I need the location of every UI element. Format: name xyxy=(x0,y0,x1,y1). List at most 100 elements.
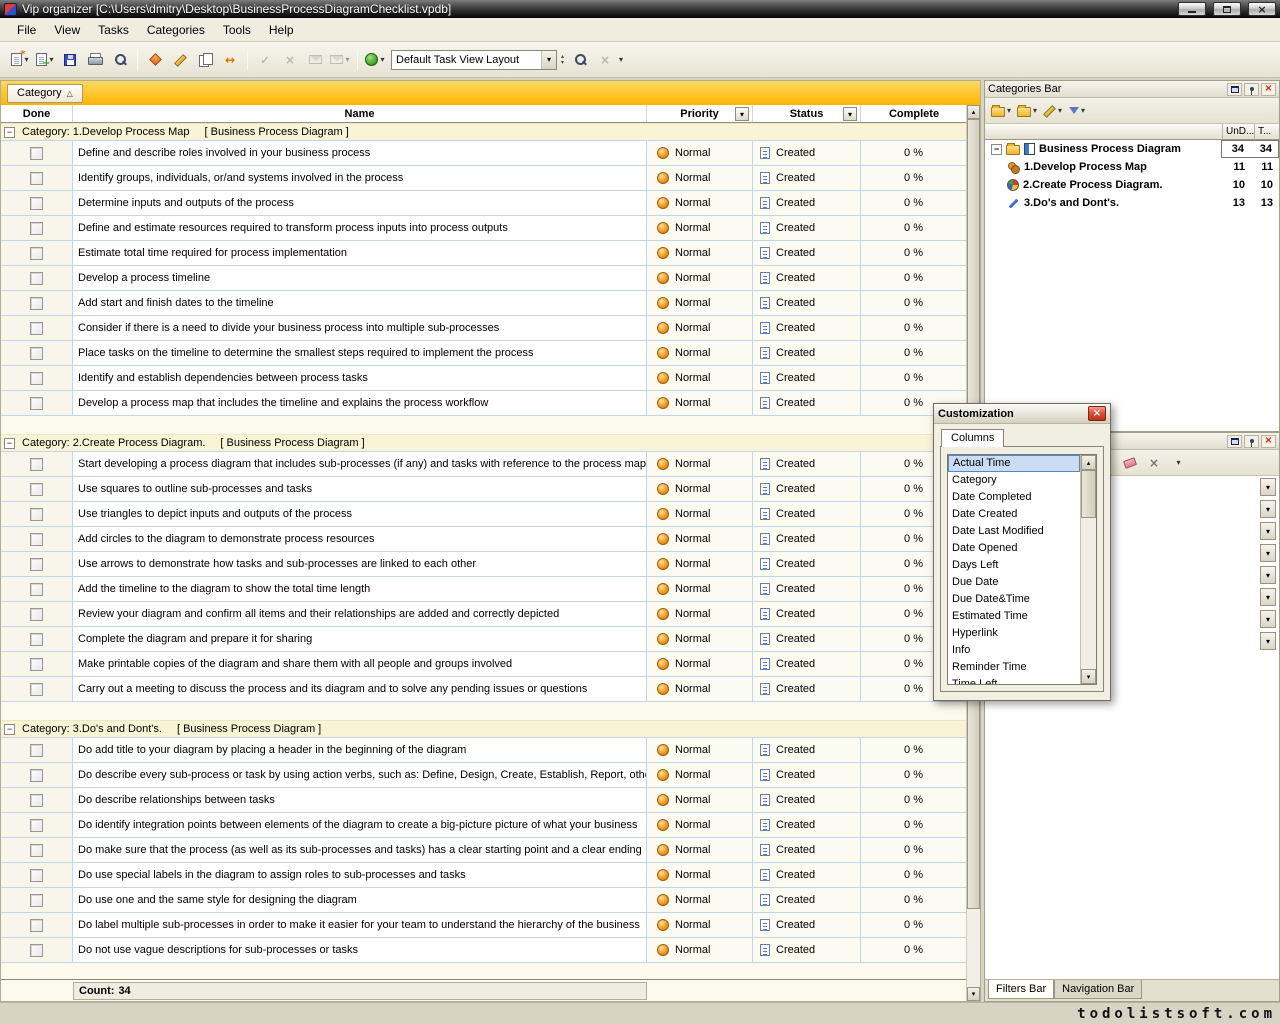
task-name-cell[interactable]: Review your diagram and confirm all item… xyxy=(73,602,647,626)
filter-dropdown-button[interactable]: ▾ xyxy=(1260,632,1276,650)
edit-layout-button[interactable] xyxy=(568,48,592,72)
done-checkbox[interactable] xyxy=(30,508,43,521)
column-header-status[interactable]: Status▾ xyxy=(753,105,861,122)
close-button[interactable]: × xyxy=(1248,2,1276,16)
column-list-item[interactable]: Estimated Time xyxy=(948,608,1080,625)
task-name-cell[interactable]: Do identify integration points between e… xyxy=(73,813,647,837)
task-row[interactable]: Determine inputs and outputs of the proc… xyxy=(1,191,967,216)
column-list-item[interactable]: Time Left xyxy=(948,676,1080,685)
edit-category-button[interactable]: ▾ xyxy=(1041,101,1064,121)
tab-navigation-bar[interactable]: Navigation Bar xyxy=(1054,980,1142,999)
task-name-cell[interactable]: Do describe relationships between tasks xyxy=(73,788,647,812)
tree-header-total[interactable]: T... xyxy=(1255,124,1279,140)
task-row[interactable]: Do not use vague descriptions for sub-pr… xyxy=(1,938,967,963)
send-receive-button[interactable]: ▾ xyxy=(328,48,352,72)
task-name-cell[interactable]: Use triangles to depict inputs and outpu… xyxy=(73,502,647,526)
task-row[interactable]: Estimate total time required for process… xyxy=(1,241,967,266)
task-name-cell[interactable]: Do describe every sub-process or task by… xyxy=(73,763,647,787)
priority-filter-button[interactable]: ▾ xyxy=(735,107,749,121)
task-row[interactable]: Do identify integration points between e… xyxy=(1,813,967,838)
clear-filter-button[interactable] xyxy=(1119,453,1141,473)
done-checkbox[interactable] xyxy=(30,147,43,160)
filter-options-button[interactable]: ▾ xyxy=(1167,453,1189,473)
pin-button[interactable] xyxy=(1244,435,1259,448)
task-name-cell[interactable]: Use squares to outline sub-processes and… xyxy=(73,477,647,501)
column-list-item[interactable]: Date Opened xyxy=(948,540,1080,557)
done-checkbox[interactable] xyxy=(30,919,43,932)
new-category-button[interactable]: ▾ xyxy=(989,101,1013,121)
column-header-done[interactable]: Done xyxy=(1,105,73,122)
task-name-cell[interactable]: Determine inputs and outputs of the proc… xyxy=(73,191,647,215)
task-row[interactable]: Do describe relationships between tasksN… xyxy=(1,788,967,813)
task-name-cell[interactable]: Develop a process map that includes the … xyxy=(73,391,647,415)
done-checkbox[interactable] xyxy=(30,819,43,832)
done-checkbox[interactable] xyxy=(30,533,43,546)
filter-dropdown-button[interactable]: ▾ xyxy=(1260,544,1276,562)
task-row[interactable]: Define and estimate resources required t… xyxy=(1,216,967,241)
done-checkbox[interactable] xyxy=(30,944,43,957)
delete-filter-button[interactable]: × xyxy=(1143,453,1165,473)
done-checkbox[interactable] xyxy=(30,683,43,696)
filter-categories-button[interactable]: ▾ xyxy=(1066,101,1088,121)
filter-dropdown-button[interactable]: ▾ xyxy=(1260,522,1276,540)
new-task-button[interactable] xyxy=(143,48,167,72)
scroll-up-button[interactable]: ▴ xyxy=(1081,455,1096,470)
column-list-item[interactable]: Category xyxy=(948,472,1080,489)
done-checkbox[interactable] xyxy=(30,844,43,857)
done-checkbox[interactable] xyxy=(30,397,43,410)
task-row[interactable]: Use squares to outline sub-processes and… xyxy=(1,477,967,502)
task-name-cell[interactable]: Do add title to your diagram by placing … xyxy=(73,738,647,762)
task-row[interactable]: Identify groups, individuals, or/and sys… xyxy=(1,166,967,191)
done-checkbox[interactable] xyxy=(30,347,43,360)
print-preview-button[interactable] xyxy=(108,48,132,72)
task-row[interactable]: Start developing a process diagram that … xyxy=(1,452,967,477)
layout-combobox[interactable]: Default Task View Layout ▾ xyxy=(391,50,557,70)
task-name-cell[interactable]: Define and estimate resources required t… xyxy=(73,216,647,240)
scroll-down-button[interactable]: ▾ xyxy=(1081,669,1096,684)
view-mode-button[interactable]: ▾ xyxy=(363,48,387,72)
task-name-cell[interactable]: Complete the diagram and prepare it for … xyxy=(73,627,647,651)
scroll-down-button[interactable]: ▾ xyxy=(967,987,980,1001)
status-filter-button[interactable]: ▾ xyxy=(843,107,857,121)
tab-filters-bar[interactable]: Filters Bar xyxy=(988,980,1054,999)
tree-item[interactable]: 3.Do's and Dont's.1313 xyxy=(985,194,1279,212)
task-row[interactable]: Do use one and the same style for design… xyxy=(1,888,967,913)
column-list-item[interactable]: Reminder Time xyxy=(948,659,1080,676)
maximize-button[interactable] xyxy=(1213,2,1241,16)
done-checkbox[interactable] xyxy=(30,272,43,285)
done-checkbox[interactable] xyxy=(30,583,43,596)
minimize-button[interactable] xyxy=(1178,2,1206,16)
task-name-cell[interactable]: Do make sure that the process (as well a… xyxy=(73,838,647,862)
column-list-item[interactable]: Actual Time xyxy=(948,455,1080,472)
close-pane-button[interactable]: × xyxy=(1261,435,1276,448)
dialog-close-button[interactable]: × xyxy=(1088,406,1106,421)
cancel-task-button[interactable]: × xyxy=(278,48,302,72)
filter-dropdown-button[interactable]: ▾ xyxy=(1260,610,1276,628)
column-list-item[interactable]: Date Created xyxy=(948,506,1080,523)
column-list-item[interactable]: Due Date xyxy=(948,574,1080,591)
task-row[interactable]: Do use special labels in the diagram to … xyxy=(1,863,967,888)
collapse-icon[interactable]: − xyxy=(4,724,15,735)
column-list-item[interactable]: Info xyxy=(948,642,1080,659)
task-row[interactable]: Do describe every sub-process or task by… xyxy=(1,763,967,788)
filter-dropdown-button[interactable]: ▾ xyxy=(1260,500,1276,518)
scrollbar-thumb[interactable] xyxy=(1081,470,1096,518)
menu-item-file[interactable]: File xyxy=(8,20,45,40)
task-name-cell[interactable]: Identify groups, individuals, or/and sys… xyxy=(73,166,647,190)
undock-button[interactable] xyxy=(1227,83,1242,96)
task-name-cell[interactable]: Do label multiple sub-processes in order… xyxy=(73,913,647,937)
task-row[interactable]: Develop a process timelineNormalCreated0… xyxy=(1,266,967,291)
task-name-cell[interactable]: Do use special labels in the diagram to … xyxy=(73,863,647,887)
done-checkbox[interactable] xyxy=(30,769,43,782)
group-header[interactable]: −Category: 1.Develop Process Map[ Busine… xyxy=(1,123,967,141)
column-header-complete[interactable]: Complete xyxy=(861,105,967,122)
tree-item[interactable]: 1.Develop Process Map1111 xyxy=(985,158,1279,176)
close-pane-button[interactable]: × xyxy=(1261,83,1276,96)
edit-task-button[interactable] xyxy=(168,48,192,72)
chevron-down-icon[interactable]: ▾ xyxy=(541,51,556,69)
task-name-cell[interactable]: Place tasks on the timeline to determine… xyxy=(73,341,647,365)
tree-item[interactable]: 2.Create Process Diagram.1010 xyxy=(985,176,1279,194)
dialog-scrollbar[interactable]: ▴ ▾ xyxy=(1080,455,1096,684)
done-checkbox[interactable] xyxy=(30,794,43,807)
tab-columns[interactable]: Columns xyxy=(941,429,1004,447)
